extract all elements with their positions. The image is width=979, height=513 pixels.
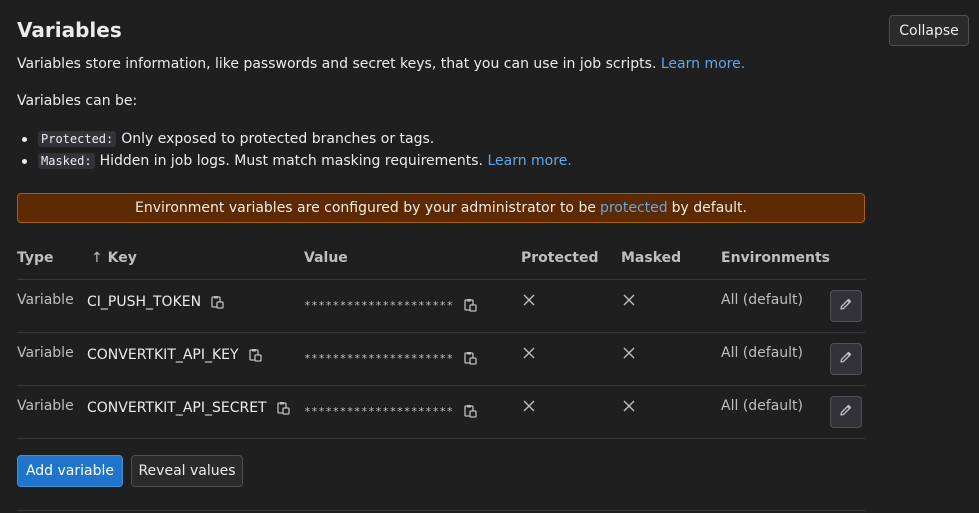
row-key-text: CONVERTKIT_API_SECRET	[87, 400, 267, 416]
copy-icon[interactable]	[462, 297, 478, 313]
alert-text-after: by default.	[671, 200, 747, 216]
edit-button[interactable]	[830, 290, 862, 322]
description-text: Variables store information, like passwo…	[17, 56, 657, 72]
row-type: Variable	[17, 345, 74, 361]
copy-icon[interactable]	[209, 294, 225, 310]
masked-description: Hidden in job logs. Must match masking r…	[99, 153, 484, 169]
row-key: CI_PUSH_TOKEN	[87, 294, 225, 310]
close-icon	[522, 293, 536, 307]
row-key: CONVERTKIT_API_SECRET	[87, 400, 291, 416]
protected-code: Protected:	[38, 131, 117, 147]
pencil-icon	[838, 402, 854, 422]
close-icon	[522, 399, 536, 413]
list-item-masked: Masked: Hidden in job logs. Must match m…	[22, 150, 572, 172]
row-value: *********************	[304, 297, 478, 313]
section-divider	[17, 510, 865, 511]
copy-icon[interactable]	[247, 347, 263, 363]
close-icon	[522, 346, 536, 360]
protected-link[interactable]: protected	[600, 200, 668, 216]
close-icon	[622, 293, 636, 307]
close-icon	[622, 346, 636, 360]
variables-description: Variables store information, like passwo…	[17, 56, 745, 72]
column-header-type[interactable]: Type	[17, 250, 54, 266]
copy-icon[interactable]	[462, 350, 478, 366]
column-header-key-label: Key	[107, 250, 137, 266]
row-value: *********************	[304, 350, 478, 366]
row-key: CONVERTKIT_API_KEY	[87, 347, 263, 363]
protected-description: Only exposed to protected branches or ta…	[121, 131, 435, 147]
edit-button[interactable]	[830, 343, 862, 375]
column-header-protected: Protected	[521, 250, 599, 266]
learn-more-link[interactable]: Learn more.	[661, 56, 745, 72]
protected-default-alert: Environment variables are configured by …	[17, 193, 865, 223]
table-divider	[17, 332, 865, 333]
reveal-values-button[interactable]: Reveal values	[131, 455, 243, 487]
row-value: *********************	[304, 403, 478, 419]
page-title: Variables	[17, 18, 122, 42]
sort-arrow-icon: ↑	[91, 250, 103, 266]
row-environment: All (default)	[721, 292, 803, 308]
collapse-button[interactable]: Collapse	[889, 15, 969, 46]
pencil-icon	[838, 349, 854, 369]
row-key-text: CONVERTKIT_API_KEY	[87, 347, 239, 363]
close-icon	[622, 399, 636, 413]
list-item-protected: Protected: Only exposed to protected bra…	[22, 128, 572, 150]
row-value-text: *********************	[304, 351, 454, 365]
table-divider	[17, 438, 865, 439]
column-header-masked: Masked	[621, 250, 682, 266]
table-divider	[17, 385, 865, 386]
row-value-text: *********************	[304, 298, 454, 312]
masked-learn-more-link[interactable]: Learn more.	[487, 153, 571, 169]
table-divider	[17, 279, 865, 280]
column-header-key[interactable]: ↑ Key	[91, 250, 137, 266]
column-header-value: Value	[304, 250, 348, 266]
copy-icon[interactable]	[275, 400, 291, 416]
row-type: Variable	[17, 398, 74, 414]
edit-button[interactable]	[830, 396, 862, 428]
pencil-icon	[838, 296, 854, 316]
row-type: Variable	[17, 292, 74, 308]
masked-code: Masked:	[38, 153, 95, 169]
row-environment: All (default)	[721, 398, 803, 414]
column-header-environments: Environments	[721, 250, 831, 266]
variable-options-list: Protected: Only exposed to protected bra…	[22, 128, 572, 172]
row-key-text: CI_PUSH_TOKEN	[87, 294, 202, 310]
variables-can-be-label: Variables can be:	[17, 93, 138, 109]
row-environment: All (default)	[721, 345, 803, 361]
add-variable-button[interactable]: Add variable	[17, 455, 123, 487]
row-value-text: *********************	[304, 404, 454, 418]
alert-text-before: Environment variables are configured by …	[134, 200, 596, 216]
copy-icon[interactable]	[462, 403, 478, 419]
